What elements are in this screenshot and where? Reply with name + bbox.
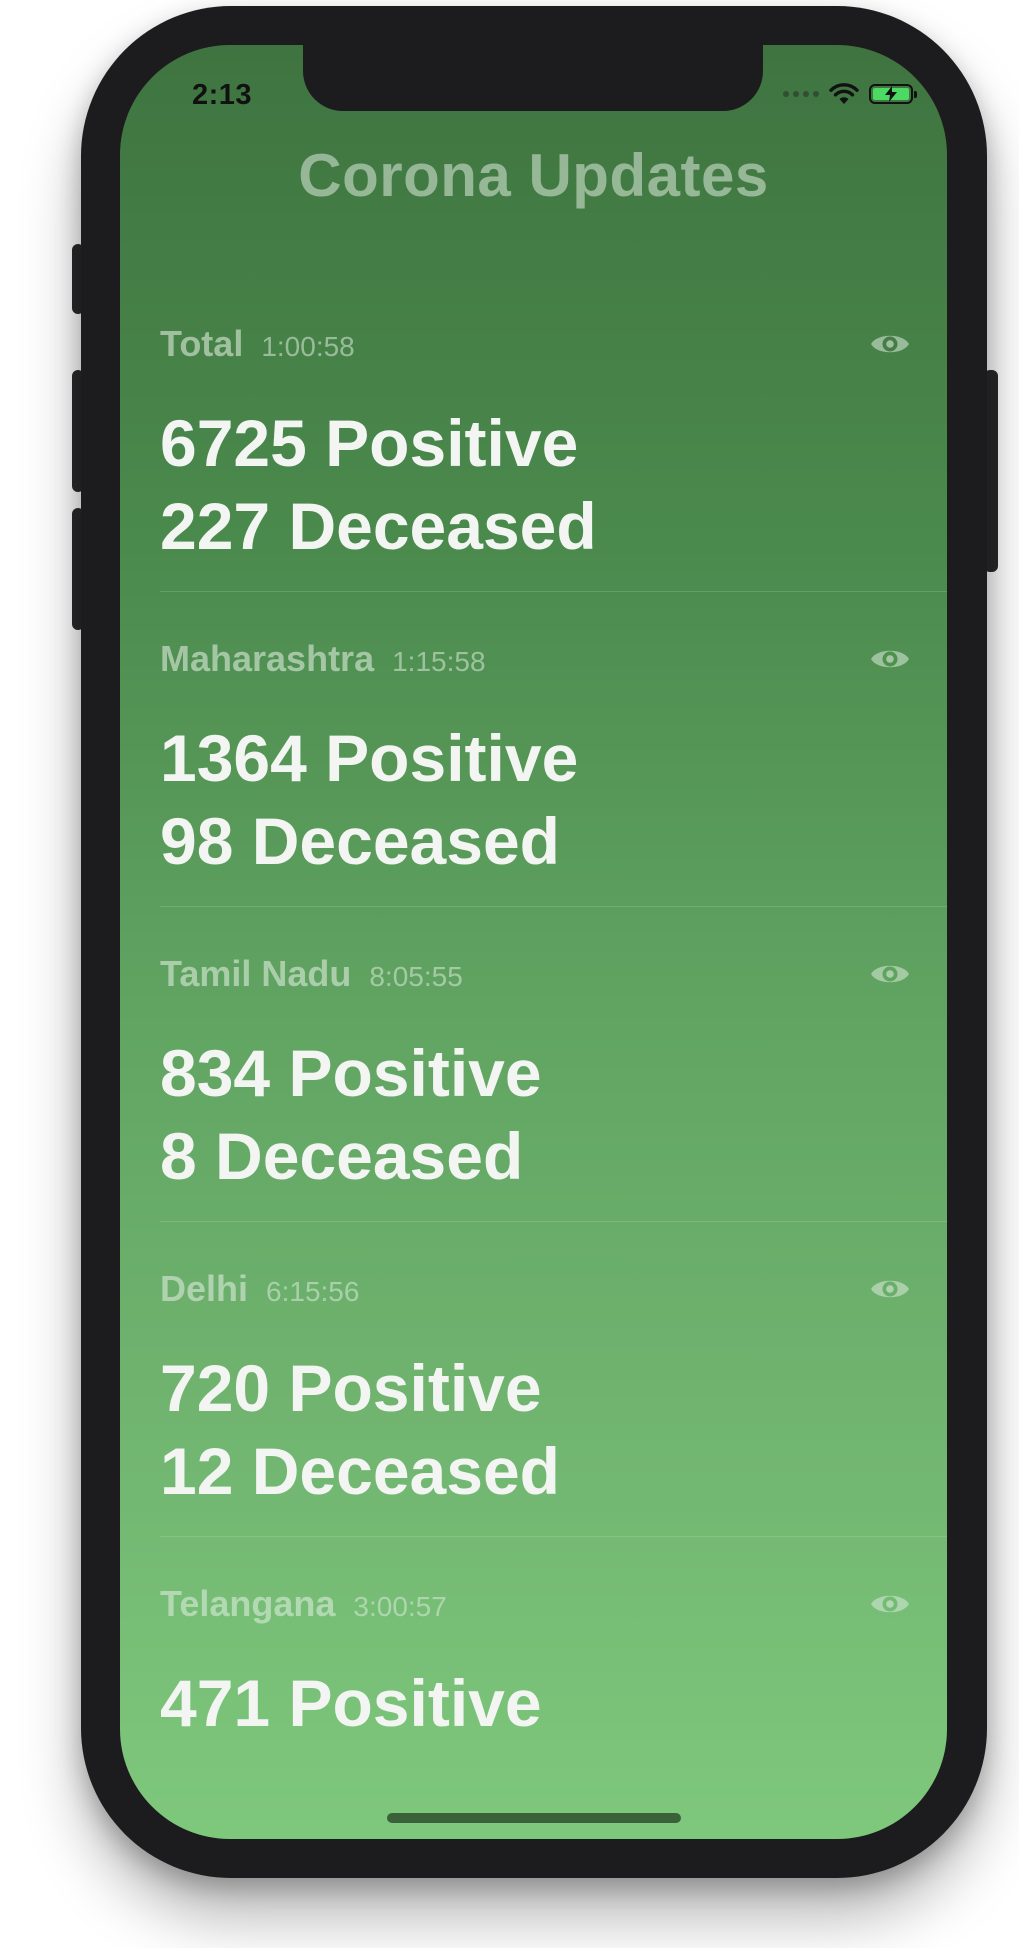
positive-count: 6725 Positive [160, 406, 579, 480]
wifi-icon [829, 83, 859, 104]
deceased-count: 12 Deceased [160, 1748, 560, 1757]
cellular-signal-icon [783, 91, 819, 97]
updated-time: 8:05:55 [369, 961, 463, 992]
updated-time: 6:15:56 [266, 1276, 360, 1307]
deceased-count: 12 Deceased [160, 1434, 560, 1508]
region-name: Tamil Nadu [160, 953, 352, 994]
positive-count: 1364 Positive [160, 721, 579, 795]
updated-time: 1:00:58 [261, 331, 355, 362]
updated-time: 1:15:58 [392, 646, 486, 677]
positive-count: 471 Positive [160, 1666, 542, 1740]
region-name: Telangana [160, 1583, 336, 1624]
list-item[interactable]: Tamil Nadu 8:05:55 834 Positive 8 Deceas… [160, 907, 947, 1222]
deceased-count: 8 Deceased [160, 1119, 524, 1193]
list-item[interactable]: Maharashtra 1:15:58 1364 Positive 98 Dec… [160, 592, 947, 907]
list-item[interactable]: Telangana 3:00:57 471 Positive 12 Deceas… [160, 1537, 947, 1757]
app-screen: 2:13 Corona Updates Total 1:00:58 6725 P… [120, 45, 947, 1839]
region-name: Total [160, 323, 244, 364]
eye-icon[interactable] [869, 329, 911, 359]
positive-count: 720 Positive [160, 1351, 542, 1425]
positive-count: 834 Positive [160, 1036, 542, 1110]
notch [303, 45, 763, 111]
eye-icon[interactable] [869, 644, 911, 674]
row-header: Tamil Nadu 8:05:55 [160, 953, 463, 995]
region-list[interactable]: Total 1:00:58 6725 Positive 227 Deceased… [120, 277, 947, 1757]
deceased-count: 227 Deceased [160, 489, 597, 563]
eye-icon[interactable] [869, 1274, 911, 1304]
status-icons [783, 83, 917, 105]
deceased-count: 98 Deceased [160, 804, 560, 878]
row-header: Telangana 3:00:57 [160, 1583, 447, 1625]
list-item[interactable]: Total 1:00:58 6725 Positive 227 Deceased [160, 277, 947, 592]
status-time: 2:13 [192, 79, 253, 111]
row-header: Total 1:00:58 [160, 323, 355, 365]
device-stage: 2:13 Corona Updates Total 1:00:58 6725 P… [0, 0, 1019, 1948]
list-item[interactable]: Delhi 6:15:56 720 Positive 12 Deceased [160, 1222, 947, 1537]
region-name: Maharashtra [160, 638, 375, 679]
battery-charging-icon [869, 84, 917, 104]
row-header: Maharashtra 1:15:58 [160, 638, 486, 680]
region-name: Delhi [160, 1268, 249, 1309]
home-indicator[interactable] [387, 1813, 681, 1823]
eye-icon[interactable] [869, 1589, 911, 1619]
app-title: Corona Updates [298, 142, 769, 209]
updated-time: 3:00:57 [353, 1591, 447, 1622]
row-header: Delhi 6:15:56 [160, 1268, 359, 1310]
eye-icon[interactable] [869, 959, 911, 989]
